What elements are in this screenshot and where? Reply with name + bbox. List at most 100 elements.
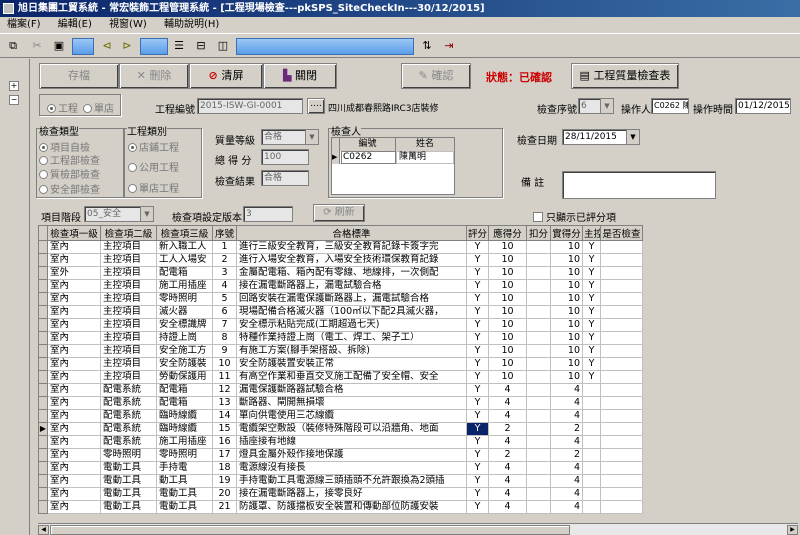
table-cell[interactable]: 插座接有地線	[236, 435, 467, 449]
table-cell[interactable]: 接在漏電斷路器上，接零良好	[236, 487, 467, 501]
table-cell[interactable]: 10	[488, 344, 527, 358]
table-cell[interactable]: 7	[212, 318, 237, 332]
table-cell[interactable]: 10	[550, 344, 583, 358]
table-row[interactable]: 室內 主控項目 安全標識牌 7 安全標示粘貼完成(工期超過七天) Y 10 10 Y	[38, 318, 643, 332]
close-button[interactable]: ▙ 關閉	[263, 63, 337, 89]
table-cell[interactable]: 4	[550, 474, 583, 488]
table-cell[interactable]: 室內	[47, 487, 101, 501]
table-cell[interactable]: 18	[212, 461, 237, 475]
table-row[interactable]: ▶ 室內 配電系統 臨時線纜 15 電纜架空敷設（裝修特殊階段可以沿牆角、地面 Y 2 2	[38, 422, 643, 436]
radio-store[interactable]: 單店	[83, 100, 114, 115]
table-cell[interactable]	[582, 422, 601, 436]
table-cell[interactable]	[600, 331, 643, 345]
row-header[interactable]	[38, 305, 48, 319]
row-header[interactable]	[38, 253, 48, 267]
row-header[interactable]	[38, 344, 48, 358]
table-cell[interactable]	[600, 253, 643, 267]
row-header[interactable]	[38, 435, 48, 449]
row-header[interactable]	[38, 383, 48, 397]
table-cell[interactable]: 主控項目	[100, 266, 157, 280]
table-cell[interactable]: 臨時線纜	[156, 409, 213, 423]
table-cell[interactable]: 電動工具	[100, 487, 157, 501]
table-cell[interactable]: 室內	[47, 435, 101, 449]
row-header[interactable]	[38, 331, 48, 345]
table-cell[interactable]	[526, 292, 551, 306]
grid-col-header[interactable]: 主控	[582, 225, 601, 241]
table-cell[interactable]: 室內	[47, 292, 101, 306]
table-cell[interactable]: 2	[550, 422, 583, 436]
table-row[interactable]: 室內 主控項目 勞動保護用 11 有高空作業和垂直交叉施工配備了安全帽、安全 Y 10 10 Y	[38, 370, 643, 384]
table-cell[interactable]: 17	[212, 448, 237, 462]
table-cell[interactable]	[582, 435, 601, 449]
confirm-button[interactable]: ✎ 確認	[401, 63, 471, 89]
grid-col-header[interactable]: 實得分	[550, 225, 583, 241]
table-cell[interactable]	[526, 305, 551, 319]
table-cell[interactable]	[526, 461, 551, 475]
table-cell[interactable]: 勞動保護用	[156, 370, 213, 384]
table-cell[interactable]: 10	[488, 253, 527, 267]
table-cell[interactable]: Y	[466, 448, 489, 462]
table-cell[interactable]: 漏電保護斷路器試驗合格	[236, 383, 467, 397]
table-cell[interactable]	[526, 383, 551, 397]
table-cell[interactable]	[582, 409, 601, 423]
table-cell[interactable]: 電纜架空敷設（裝修特殊階段可以沿牆角、地面	[236, 422, 467, 436]
only-scored-checkbox[interactable]: 只顯示已評分項	[533, 209, 616, 224]
table-cell[interactable]: 21	[212, 500, 237, 514]
table-cell[interactable]: 4	[550, 461, 583, 475]
table-cell[interactable]	[582, 500, 601, 514]
table-cell[interactable]: 6	[212, 305, 237, 319]
table-cell[interactable]: 室內	[47, 461, 101, 475]
table-cell[interactable]: 4	[550, 500, 583, 514]
table-cell[interactable]: Y	[582, 266, 601, 280]
table-cell[interactable]: 10	[550, 318, 583, 332]
table-cell[interactable]: 10	[488, 240, 527, 254]
table-cell[interactable]: 零時照明	[156, 292, 213, 306]
table-cell[interactable]: Y	[582, 292, 601, 306]
table-cell[interactable]: 電動工具	[100, 500, 157, 514]
table-cell[interactable]: Y	[466, 474, 489, 488]
table-cell[interactable]: 4	[550, 487, 583, 501]
table-cell[interactable]	[526, 487, 551, 501]
table-cell[interactable]	[600, 279, 643, 293]
row-header[interactable]	[38, 474, 48, 488]
table-cell[interactable]	[600, 305, 643, 319]
paste-icon[interactable]: ▣	[50, 37, 68, 55]
radio-engineering-check[interactable]: 工程部檢查	[39, 152, 100, 167]
table-cell[interactable]	[526, 409, 551, 423]
menu-edit[interactable]: 編輯(E)	[51, 17, 99, 32]
table-cell[interactable]: 室內	[47, 396, 101, 410]
table-cell[interactable]: 金屬配電箱、箱內配有零線、地線排，一次側配	[236, 266, 467, 280]
table-cell[interactable]: 主控項目	[100, 292, 157, 306]
refresh-button[interactable]: ⟳ 刷新	[313, 204, 365, 222]
radio-safety-check[interactable]: 安全部檢查	[39, 181, 100, 196]
table-cell[interactable]: 室外	[47, 266, 101, 280]
table-cell[interactable]: Y	[582, 370, 601, 384]
project-lookup-button[interactable]: ....	[307, 98, 325, 114]
table-cell[interactable]: 4	[488, 396, 527, 410]
grid-col-header[interactable]: 序號	[212, 225, 237, 241]
table-row[interactable]: 室內 電動工具 動工具 19 手持電動工具電源線三頭插頭不允許跟換為2頭插 Y 4 4	[38, 474, 643, 488]
table-cell[interactable]: 配電箱	[156, 383, 213, 397]
table-cell[interactable]: 配電系統	[100, 435, 157, 449]
grid-col-header[interactable]: 扣分	[526, 225, 551, 241]
table-cell[interactable]: 工人入場安	[156, 253, 213, 267]
row-header[interactable]	[38, 448, 48, 462]
check-date-field[interactable]: 28/11/2015 ▼	[562, 129, 640, 145]
table-cell[interactable]: 20	[212, 487, 237, 501]
project-no-field[interactable]: 2015-ISW-GI-0001	[197, 98, 303, 114]
quality-select[interactable]: 合格 ▼	[261, 129, 319, 145]
table-cell[interactable]: 室內	[47, 383, 101, 397]
row-pointer-icon[interactable]: ▶	[38, 422, 48, 436]
table-cell[interactable]	[600, 448, 643, 462]
table-cell[interactable]: 安全施工方	[156, 344, 213, 358]
table-cell[interactable]	[600, 266, 643, 280]
table-row[interactable]: 室內 配電系統 配電箱 13 斷路器、閘開無損壞 Y 4 4	[38, 396, 643, 410]
table-cell[interactable]: 10	[488, 331, 527, 345]
table-cell[interactable]	[600, 383, 643, 397]
exit-icon[interactable]: ⇥	[440, 37, 458, 55]
table-cell[interactable]: 零時照明	[100, 448, 157, 462]
horizontal-scrollbar[interactable]: ◀ ▶	[38, 523, 798, 535]
table-cell[interactable]: 進行入場安全教育，入場安全技術環保教育記錄	[236, 253, 467, 267]
row-header[interactable]	[38, 279, 48, 293]
table-cell[interactable]	[526, 266, 551, 280]
